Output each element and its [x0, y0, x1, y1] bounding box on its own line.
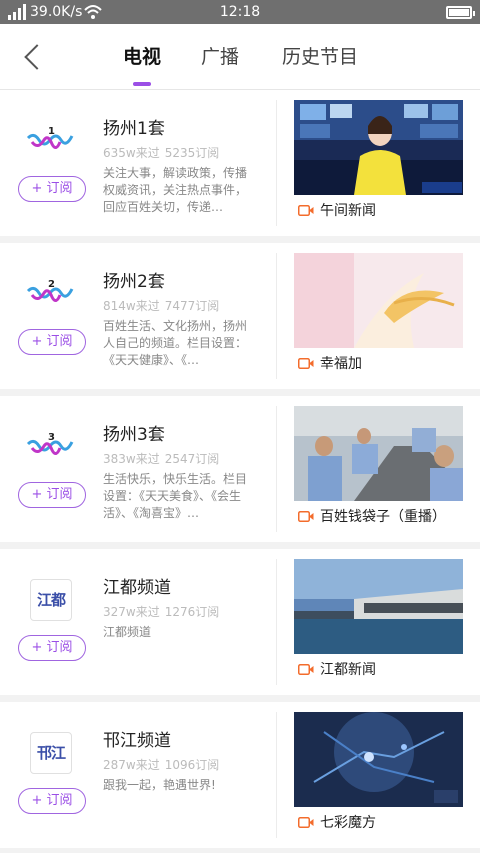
video-camera-icon: [298, 511, 314, 522]
subscriber-count: 2547订阅: [164, 452, 220, 466]
divider: [276, 253, 277, 379]
divider: [276, 406, 277, 532]
subscribe-button[interactable]: + 订阅: [18, 482, 86, 508]
program-thumbnail[interactable]: [294, 253, 463, 348]
subscribe-button[interactable]: + 订阅: [18, 329, 86, 355]
program-thumbnail[interactable]: [294, 406, 463, 501]
svg-text:1: 1: [48, 126, 55, 137]
program-name: 江都新闻: [320, 662, 376, 678]
channel-logo: 1: [26, 126, 74, 149]
channel-logo: 2: [26, 279, 74, 302]
program-name: 百姓钱袋子（重播）: [320, 509, 446, 525]
channel-logo: 邗江: [30, 732, 72, 774]
channel-logo: 3: [26, 432, 74, 455]
subscribe-button[interactable]: + 订阅: [18, 635, 86, 661]
channel-name: 扬州3套: [103, 425, 165, 445]
battery-icon: [446, 6, 475, 19]
svg-text:3: 3: [48, 432, 55, 443]
subscribe-button[interactable]: + 订阅: [18, 788, 86, 814]
tab-tv[interactable]: 电视: [118, 40, 166, 74]
channel-stats: 635w来过 5235订阅: [103, 144, 219, 161]
channel-name: 扬州2套: [103, 272, 165, 292]
program-thumbnail[interactable]: [294, 559, 463, 654]
channel-card[interactable]: 江都 + 订阅 江都频道 327w来过 1276订阅 江都频道 江都新闻: [0, 549, 480, 695]
video-camera-icon: [298, 358, 314, 369]
program-thumbnail[interactable]: [294, 100, 463, 195]
channel-stats: 814w来过 7477订阅: [103, 297, 219, 314]
program-name: 幸福加: [320, 356, 362, 372]
subscriber-count: 7477订阅: [164, 299, 220, 313]
channel-name: 扬州1套: [103, 119, 165, 139]
channel-stats: 327w来过 1276订阅: [103, 603, 219, 620]
channel-description: 跟我一起，艳遇世界!: [103, 778, 216, 792]
channel-stats: 383w来过 2547订阅: [103, 450, 219, 467]
program-name: 七彩魔方: [320, 815, 376, 831]
visit-count: 287w来过: [103, 758, 160, 772]
channel-description: 关注大事，解读政策，传播权威资讯，关注热点事件，回应百姓关切，传递…: [103, 166, 248, 214]
channel-description: 生活快乐，快乐生活。栏目设置：《天天美食》、《会生活》、《淘喜宝》…: [103, 472, 248, 520]
active-tab-indicator: [133, 82, 151, 86]
divider: [276, 712, 277, 838]
header: 电视 广播 历史节目: [0, 24, 480, 90]
svg-text:2: 2: [48, 279, 55, 290]
subscriber-count: 5235订阅: [164, 146, 220, 160]
video-camera-icon: [298, 817, 314, 828]
visit-count: 327w来过: [103, 605, 160, 619]
status-bar: 39.0K/s 12:18: [0, 0, 480, 24]
channel-card[interactable]: 1 + 订阅 扬州1套 635w来过 5235订阅 关注大事，解读政策，传播权威资…: [0, 90, 480, 236]
program-name: 午间新闻: [320, 203, 376, 219]
channel-logo: 江都: [30, 579, 72, 621]
channel-description: 百姓生活、文化扬州，扬州人自己的频道。栏目设置：《天天健康》、《…: [103, 319, 248, 367]
channel-description: 江都频道: [103, 625, 152, 639]
visit-count: 635w来过: [103, 146, 160, 160]
divider: [276, 559, 277, 685]
subscriber-count: 1276订阅: [164, 605, 220, 619]
divider: [276, 100, 277, 226]
channel-name: 江都频道: [103, 578, 171, 598]
subscriber-count: 1096订阅: [164, 758, 220, 772]
clock: 12:18: [219, 4, 261, 20]
channel-card[interactable]: 邗江 + 订阅 邗江频道 287w来过 1096订阅 跟我一起，艳遇世界! 七彩魔…: [0, 702, 480, 848]
video-camera-icon: [298, 664, 314, 675]
tab-radio[interactable]: 广播: [196, 40, 244, 74]
channel-card[interactable]: 3 + 订阅 扬州3套 383w来过 2547订阅 生活快乐，快乐生活。栏目设置：…: [0, 396, 480, 542]
program-thumbnail[interactable]: [294, 712, 463, 807]
channel-name: 邗江频道: [103, 731, 171, 751]
video-camera-icon: [298, 205, 314, 216]
tab-history[interactable]: 历史节目: [275, 40, 365, 74]
subscribe-button[interactable]: + 订阅: [18, 176, 86, 202]
channel-card[interactable]: 2 + 订阅 扬州2套 814w来过 7477订阅 百姓生活、文化扬州，扬州人自己…: [0, 243, 480, 389]
back-icon[interactable]: [18, 40, 48, 74]
channel-stats: 287w来过 1096订阅: [103, 756, 219, 773]
visit-count: 383w来过: [103, 452, 160, 466]
visit-count: 814w来过: [103, 299, 160, 313]
